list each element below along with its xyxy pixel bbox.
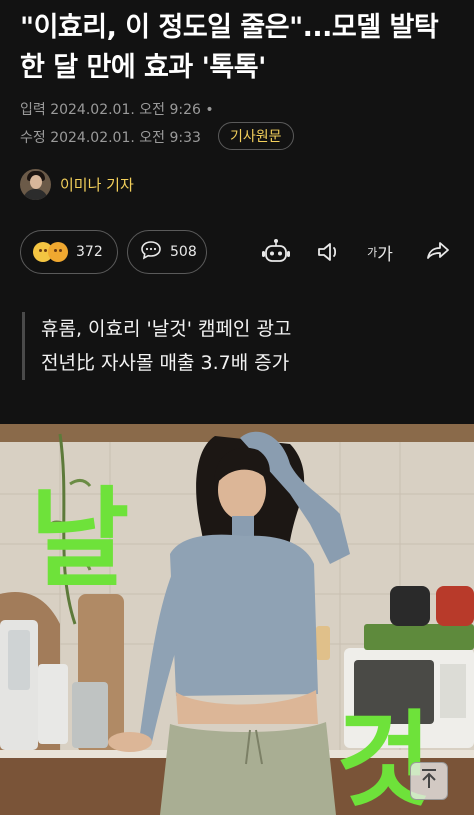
font-size-large-label: 가	[377, 244, 393, 265]
comment-button[interactable]: 508	[127, 230, 207, 274]
bullet-separator: •	[205, 102, 214, 118]
share-icon[interactable]	[422, 236, 454, 268]
original-article-button[interactable]: 기사원문	[218, 122, 294, 150]
author-info[interactable]: 이미나 기자	[20, 168, 134, 200]
reaction-button[interactable]: 372	[20, 230, 118, 274]
summary-line: 전년比 자사몰 매출 3.7배 증가	[41, 352, 290, 374]
photo-overlay-text-top: 날	[30, 477, 129, 602]
author-name[interactable]: 이미나 기자	[60, 174, 134, 195]
published-date: 입력 2024.02.01. 오전 9:26 •	[20, 99, 214, 119]
modified-date: 수정 2024.02.01. 오전 9:33	[20, 130, 201, 146]
cheer-emoji-icon	[48, 242, 68, 262]
comment-icon	[140, 240, 162, 264]
arrow-up-icon	[419, 768, 439, 794]
font-size-icon[interactable]: 가가	[364, 236, 396, 268]
author-avatar[interactable]	[20, 168, 51, 200]
article-headline: "이효리, 이 정도일 줄은"...모델 발탁 한 달 만에 효과 '톡톡'	[20, 12, 439, 83]
scroll-to-top-button[interactable]	[410, 762, 448, 800]
published-text: 입력 2024.02.01. 오전 9:26	[20, 102, 201, 118]
speaker-icon[interactable]	[313, 236, 345, 268]
article-photo: 날 것	[0, 424, 474, 815]
summary-line: 휴롬, 이효리 '날것' 캠페인 광고	[41, 318, 292, 340]
font-size-small-label: 가	[367, 246, 378, 259]
article-summary: 휴롬, 이효리 '날것' 캠페인 광고 전년比 자사몰 매출 3.7배 증가	[22, 312, 291, 380]
svg-text:날: 날	[30, 477, 129, 602]
robot-summary-icon[interactable]	[260, 236, 292, 268]
comment-count: 508	[170, 244, 197, 260]
reaction-count: 372	[76, 244, 103, 260]
